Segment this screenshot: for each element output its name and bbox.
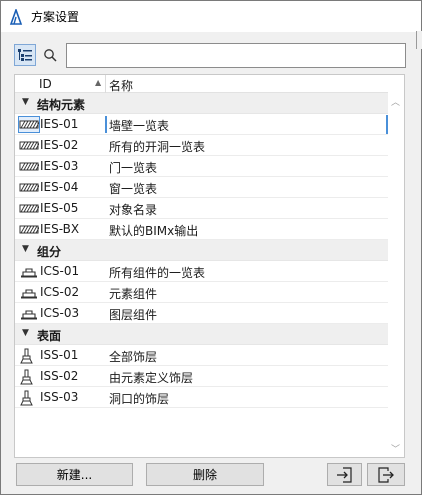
item-name: 默认的BIMx输出 [109,224,199,238]
export-icon [378,466,394,483]
item-id: IES-02 [40,138,79,152]
item-id: ISS-01 [40,348,79,362]
import-button[interactable] [327,463,362,486]
search-icon [44,49,57,62]
list-item[interactable]: ISS-01 全部饰层 [15,345,388,366]
list-item[interactable]: IES-05 对象名录 [15,198,388,219]
new-button[interactable]: 新建... [16,463,133,486]
item-id: ICS-02 [40,285,80,299]
item-name: 墙壁一览表 [109,119,170,133]
tree-list-icon [18,49,32,61]
search-button[interactable] [39,44,61,66]
delete-button[interactable]: 删除 [146,463,264,486]
components-icon [19,285,39,300]
search-input[interactable] [66,43,406,68]
hatch-icon [19,201,41,216]
tree-view-button[interactable] [14,44,36,66]
group-row[interactable]: ▼ 组分 [15,240,388,261]
item-name: 门一览表 [109,161,158,175]
import-icon [336,466,352,483]
column-name-header[interactable]: 名称 [109,77,133,94]
item-id: ICS-03 [40,306,80,320]
toolbar [1,35,421,73]
item-name: 对象名录 [109,203,158,217]
list-item[interactable]: IES-04 窗一览表 [15,177,388,198]
collapse-triangle-icon[interactable]: ▼ [22,328,29,338]
group-label: 结构元素 [37,98,86,112]
group-label: 组分 [37,245,62,259]
list-item[interactable]: ISS-03 洞口的饰层 [15,387,388,408]
collapse-triangle-icon[interactable]: ▼ [22,97,29,107]
list-item[interactable]: ICS-02 元素组件 [15,282,388,303]
window-title: 方案设置 [31,10,80,24]
item-name: 元素组件 [109,287,158,301]
list-item[interactable]: IES-BX 默认的BIMx输出 [15,219,388,240]
column-header: ID ▲ 名称 [15,75,388,93]
hatch-icon [19,138,41,153]
item-id: IES-BX [40,222,80,236]
item-id: ISS-02 [40,369,79,383]
scheme-list[interactable]: ID ▲ 名称 ▼ 结构元素 IES-01 墙壁一览表 IES-02 所有的开洞一览表 IE… [14,74,405,458]
item-name: 由元素定义饰层 [109,371,194,385]
hatch-icon [19,159,41,174]
item-id: IES-04 [40,180,79,194]
list-item[interactable]: IES-03 门一览表 [15,156,388,177]
item-id: ICS-01 [40,264,80,278]
group-label: 表面 [37,329,62,343]
group-row[interactable]: ▼ 表面 [15,324,388,345]
list-item[interactable]: ICS-03 图层组件 [15,303,388,324]
list-item[interactable]: IES-01 墙壁一览表 [15,114,388,135]
item-id: ISS-03 [40,390,79,404]
export-button[interactable] [367,463,405,486]
archicad-logo-icon [9,9,23,25]
components-icon [19,264,39,279]
item-id: IES-01 [40,117,79,131]
list-item[interactable]: IES-02 所有的开洞一览表 [15,135,388,156]
item-name: 所有组件的一览表 [109,266,206,280]
scroll-up-icon[interactable]: ︿ [391,95,400,108]
paint-brush-icon [19,369,39,385]
item-id: IES-05 [40,201,79,215]
scheme-settings-window: 方案设置 ID ▲ 名称 ▼ 结构元素 IES-01 墙壁一览表 IES-02 … [0,0,422,495]
column-id-header[interactable]: ID [39,77,52,91]
paint-brush-icon [19,348,39,364]
hatch-icon [19,222,41,237]
paint-brush-icon [19,390,39,406]
list-rows: ▼ 结构元素 IES-01 墙壁一览表 IES-02 所有的开洞一览表 IES-03 门一览表… [15,93,388,408]
sort-ascending-icon: ▲ [95,78,102,87]
item-name: 窗一览表 [109,182,158,196]
group-row[interactable]: ▼ 结构元素 [15,93,388,114]
components-icon [19,306,39,321]
title-bar[interactable]: 方案设置 [1,1,421,32]
hatch-icon [19,180,41,195]
list-item[interactable]: ICS-01 所有组件的一览表 [15,261,388,282]
item-name: 洞口的饰层 [109,392,170,406]
scroll-down-icon[interactable]: ﹀ [391,442,400,455]
collapse-triangle-icon[interactable]: ▼ [22,244,29,254]
item-name: 全部饰层 [109,350,158,364]
vertical-scrollbar[interactable]: ︿ ﹀ [388,93,404,457]
column-divider[interactable] [105,75,106,93]
item-id: IES-03 [40,159,79,173]
item-name: 所有的开洞一览表 [109,140,206,154]
list-item[interactable]: ISS-02 由元素定义饰层 [15,366,388,387]
item-name: 图层组件 [109,308,158,322]
hatch-icon [18,116,41,133]
